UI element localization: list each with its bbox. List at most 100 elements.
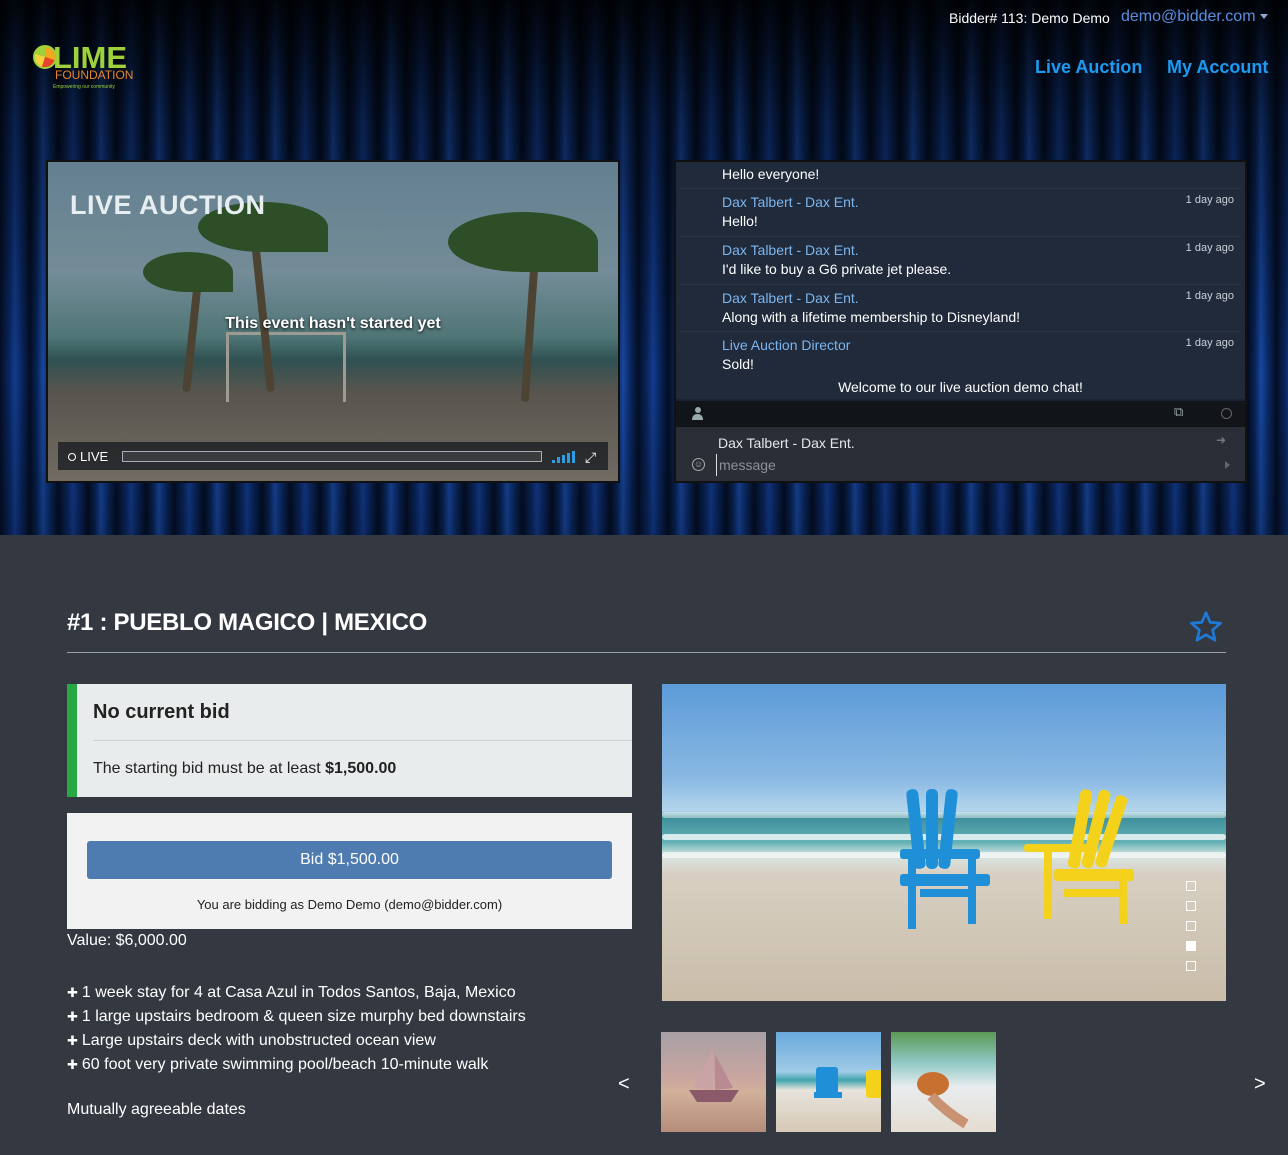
nav-my-account[interactable]: My Account: [1167, 57, 1268, 78]
list-item: ✚ 60 foot very private swimming pool/beac…: [67, 1053, 526, 1077]
divider: [680, 331, 1241, 332]
chat-welcome-message: Welcome to our live auction demo chat!: [838, 379, 1083, 395]
bidder-info: Bidder# 113: Demo Demo: [949, 10, 1110, 26]
lot-value: Value: $6,000.00: [67, 932, 187, 949]
divider: [680, 284, 1241, 285]
cabana-shape: [226, 332, 346, 402]
chat-message-list[interactable]: Hello everyone! Dax Talbert - Dax Ent. 1…: [676, 162, 1245, 399]
carousel-dot-active[interactable]: [1186, 941, 1196, 951]
chat-message-text: Along with a lifetime membership to Disn…: [722, 309, 1021, 325]
plus-icon: ✚: [67, 985, 78, 1000]
carousel-dot[interactable]: [1186, 881, 1196, 891]
chat-message-text: Sold!: [722, 356, 754, 372]
title-divider: [67, 652, 1226, 653]
status-icon[interactable]: [1221, 408, 1232, 419]
blue-chair-shape: [900, 789, 990, 929]
palm-trunk: [182, 281, 202, 393]
chat-toolbar: ⧉: [676, 401, 1245, 427]
bid-button[interactable]: Bid $1,500.00: [87, 841, 612, 879]
chat-message-text: Hello everyone!: [722, 166, 820, 182]
feature-text: Large upstairs deck with unobstructed oc…: [81, 1032, 436, 1049]
video-overlay-title: LIVE AUCTION: [70, 190, 266, 220]
signout-icon[interactable]: ➜: [1216, 433, 1226, 447]
chat-message-text: Hello!: [722, 213, 758, 229]
lot-main-photo[interactable]: [662, 684, 1226, 1001]
yellow-chair-shape: [1024, 789, 1134, 924]
caret-down-icon: [1259, 14, 1268, 20]
carousel-dot[interactable]: [1186, 921, 1196, 931]
video-progress-bar[interactable]: [122, 451, 542, 462]
live-label: LIVE: [80, 449, 109, 464]
palm-trunk: [249, 222, 275, 392]
nav-live-auction[interactable]: Live Auction: [1035, 57, 1142, 78]
divider: [680, 188, 1241, 189]
starting-bid-text: The starting bid must be at least $1,500…: [93, 760, 396, 778]
chat-message: Live Auction Director 1 day ago Sold!: [722, 337, 1234, 372]
account-dropdown[interactable]: demo@bidder.com: [1121, 8, 1268, 26]
chat-current-user: Dax Talbert - Dax Ent.: [718, 435, 855, 451]
thumbnail-boat[interactable]: [661, 1032, 766, 1132]
list-item: ✚ 1 week stay for 4 at Casa Azul in Todos…: [67, 981, 526, 1005]
carousel-dot[interactable]: [1186, 961, 1196, 971]
chat-message: Dax Talbert - Dax Ent. 1 day ago Along w…: [722, 290, 1234, 325]
feature-text: 1 week stay for 4 at Casa Azul in Todos …: [81, 984, 516, 1001]
next-thumbnail-arrow[interactable]: >: [1254, 1073, 1266, 1096]
fullscreen-icon[interactable]: ⤢: [585, 449, 596, 466]
chat-message-text: I'd like to buy a G6 private jet please.: [722, 261, 952, 277]
hero-banner: LIME FOUNDATION Empowering our community…: [0, 0, 1288, 535]
account-email: demo@bidder.com: [1121, 8, 1256, 25]
thumbnail-shell[interactable]: [891, 1032, 996, 1132]
feature-text: 60 foot very private swimming pool/beach…: [81, 1056, 489, 1073]
list-item: ✚ 1 large upstairs bedroom & queen size m…: [67, 1005, 526, 1029]
carousel-indicators: [1186, 881, 1196, 981]
palm-frond: [448, 212, 598, 272]
plus-icon: ✚: [67, 1033, 78, 1048]
chat-panel: Hello everyone! Dax Talbert - Dax Ent. 1…: [674, 160, 1247, 483]
divider: [93, 740, 632, 741]
chairs-shape: [814, 1067, 881, 1098]
live-dot-icon: [68, 453, 76, 461]
chat-timestamp: 1 day ago: [1185, 194, 1234, 206]
chat-timestamp: 1 day ago: [1185, 290, 1234, 302]
carousel-dot[interactable]: [1186, 901, 1196, 911]
chat-timestamp: 1 day ago: [1185, 242, 1234, 254]
bid-box: Bid $1,500.00 You are bidding as Demo De…: [67, 813, 632, 929]
chat-message: Dax Talbert - Dax Ent. 1 day ago Hello!: [722, 194, 1234, 229]
chat-author[interactable]: Dax Talbert - Dax Ent.: [722, 290, 1234, 306]
bidding-as-text: You are bidding as Demo Demo (demo@bidde…: [196, 897, 503, 912]
star-icon[interactable]: [1188, 609, 1224, 645]
plus-icon: ✚: [67, 1057, 78, 1072]
video-player[interactable]: LIVE AUCTION This event hasn't started y…: [46, 160, 620, 483]
feature-list: ✚ 1 week stay for 4 at Casa Azul in Todos…: [67, 981, 526, 1077]
list-item: ✚ Large upstairs deck with unobstructed o…: [67, 1029, 526, 1053]
starting-bid-label: The starting bid must be at least: [93, 760, 326, 777]
video-status-message: This event hasn't started yet: [225, 315, 441, 332]
send-icon[interactable]: [1225, 461, 1230, 469]
plus-icon: ✚: [67, 1009, 78, 1024]
user-icon[interactable]: [692, 407, 703, 420]
chat-timestamp: 1 day ago: [1185, 337, 1234, 349]
popout-icon[interactable]: ⧉: [1174, 404, 1183, 420]
chat-author[interactable]: Live Auction Director: [722, 337, 1234, 353]
chat-compose: Dax Talbert - Dax Ent. ➜ ☺: [676, 427, 1245, 481]
bid-status-card: No current bid The starting bid must be …: [67, 684, 632, 797]
signal-icon[interactable]: [552, 451, 576, 463]
logo-subtitle: FOUNDATION: [55, 68, 134, 82]
divider: [680, 236, 1241, 237]
dates-note: Mutually agreeable dates: [67, 1101, 246, 1118]
chat-author[interactable]: Dax Talbert - Dax Ent.: [722, 242, 1234, 258]
smile-icon[interactable]: ☺: [692, 458, 705, 471]
thumbnail-chairs[interactable]: [776, 1032, 881, 1132]
palm-frond: [143, 252, 233, 292]
lot-title: #1 : PUEBLO MAGICO | MEXICO: [67, 609, 427, 636]
shell-shape: [917, 1072, 969, 1129]
lime-foundation-logo[interactable]: LIME FOUNDATION Empowering our community: [33, 42, 143, 94]
chat-author[interactable]: Dax Talbert - Dax Ent.: [722, 194, 1234, 210]
bid-status-title: No current bid: [93, 701, 230, 723]
logo-tagline: Empowering our community: [53, 84, 115, 90]
prev-thumbnail-arrow[interactable]: <: [618, 1073, 630, 1096]
chat-message: Hello everyone!: [722, 166, 1234, 182]
chat-message: Dax Talbert - Dax Ent. 1 day ago I'd lik…: [722, 242, 1234, 277]
chat-message-input[interactable]: [716, 454, 1196, 476]
starting-bid-amount: $1,500.00: [325, 760, 397, 777]
